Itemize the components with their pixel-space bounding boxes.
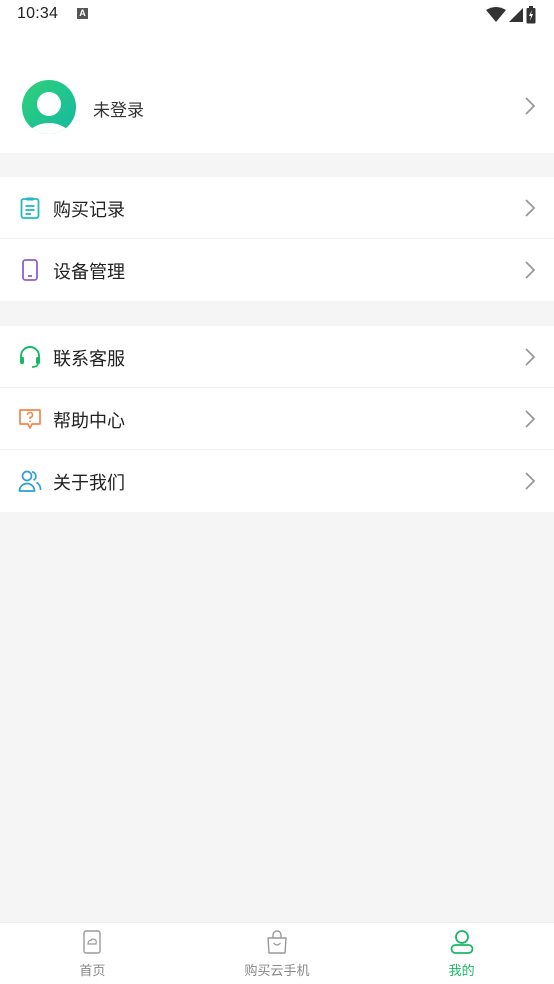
chevron-right-icon [525, 97, 536, 115]
chevron-right-icon [525, 472, 536, 490]
battery-icon [526, 6, 536, 24]
chevron-right-icon [525, 410, 536, 428]
headset-icon [20, 346, 40, 368]
menu-group-support: 联系客服 帮助中心 关于我们 [0, 326, 554, 512]
tab-home[interactable]: 首页 [0, 923, 185, 984]
tab-label: 我的 [448, 964, 475, 979]
menu-item-about-us[interactable]: 关于我们 [0, 450, 554, 512]
chevron-right-icon [525, 261, 536, 279]
menu-group-orders: 购买记录 设备管理 [0, 177, 554, 301]
status-bar: 10:34 A [0, 0, 554, 32]
wifi-icon [486, 7, 506, 22]
signal-icon [509, 8, 523, 22]
tab-buy-cloud-phone[interactable]: 购买云手机 [185, 923, 370, 984]
notification-a-icon: A [77, 8, 88, 19]
menu-item-purchase-records[interactable]: 购买记录 [0, 177, 554, 239]
menu-item-label: 设备管理 [53, 262, 125, 283]
menu-item-contact-service[interactable]: 联系客服 [0, 326, 554, 388]
menu-item-label: 购买记录 [53, 200, 125, 221]
status-icons [486, 6, 536, 24]
tab-mine[interactable]: 我的 [369, 923, 554, 984]
menu-item-help-center[interactable]: 帮助中心 [0, 388, 554, 450]
tab-label: 首页 [79, 964, 106, 979]
menu-item-label: 联系客服 [53, 349, 125, 370]
users-icon [18, 470, 42, 492]
menu-item-label: 帮助中心 [53, 411, 125, 432]
chevron-right-icon [525, 348, 536, 366]
clipboard-icon [20, 197, 40, 219]
menu-item-device-management[interactable]: 设备管理 [0, 239, 554, 301]
chevron-right-icon [525, 199, 536, 217]
profile-login-status: 未登录 [93, 101, 144, 121]
tab-label: 购买云手机 [244, 964, 310, 979]
help-bubble-icon [19, 409, 41, 429]
avatar-icon [22, 80, 76, 134]
status-time: 10:34 [17, 5, 59, 22]
phone-device-icon [22, 259, 38, 281]
home-icon [83, 930, 102, 954]
profile-card[interactable]: 未登录 [0, 32, 554, 153]
menu-item-label: 关于我们 [53, 473, 125, 494]
profile-icon [450, 930, 474, 954]
bottom-tab-bar: 首页 购买云手机 我的 [0, 922, 554, 984]
shopping-bag-icon [267, 930, 287, 954]
